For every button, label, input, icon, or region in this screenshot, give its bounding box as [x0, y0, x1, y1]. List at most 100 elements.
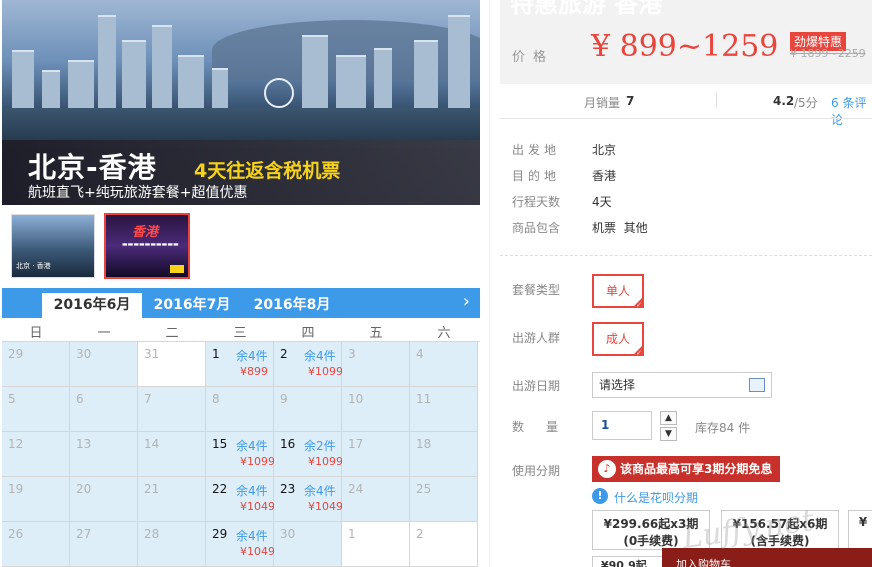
building: [414, 40, 438, 110]
building: [302, 35, 328, 110]
day-number: 6: [76, 392, 84, 406]
day-price: ¥1049: [240, 545, 275, 558]
building: [448, 15, 470, 110]
day-number: 10: [348, 392, 364, 406]
calendar-day-cell: 11: [410, 387, 478, 432]
hero-title: 北京-香港: [28, 151, 157, 184]
thumbnail-logo: 香港: [132, 225, 159, 240]
calendar-day-cell: 24: [342, 477, 410, 522]
stock-count: 库存84 件: [695, 421, 751, 435]
weekday-label: 日: [29, 326, 43, 341]
day-price: ¥1099: [240, 455, 275, 468]
quantity-input[interactable]: 1: [592, 411, 652, 440]
tab-month-july[interactable]: 2016年7月: [142, 293, 242, 318]
calendar-day-cell[interactable]: 29 余4件 ¥1049: [206, 522, 275, 567]
day-number: 3: [348, 347, 356, 361]
calendar-day-cell: 26: [2, 522, 70, 567]
includes-value: 机票 其他: [592, 221, 648, 235]
calendar-day-cell: 21: [138, 477, 206, 522]
package-type-label: 套餐类型: [512, 283, 561, 297]
calendar-day-cell: 4: [410, 342, 478, 387]
calendar-day-cell: 9: [274, 387, 342, 432]
original-price: ¥ 1899~2259: [790, 47, 866, 60]
day-price: ¥1099: [308, 365, 343, 378]
calendar-day-cell: 10: [342, 387, 410, 432]
installment-promo-text: 该商品最高可享3期分期免息: [620, 462, 773, 476]
check-icon: ✓: [636, 301, 642, 309]
quantity-increase-button[interactable]: ▲: [660, 411, 677, 425]
calendar-day-cell: 28: [138, 522, 206, 567]
departure-calendar: 2016年6月 2016年7月 2016年8月 › 日 一 二 三 四 五 六 …: [2, 288, 480, 567]
package-option-single[interactable]: 单人 ✓: [592, 274, 644, 309]
day-stock: 余4件: [236, 529, 268, 543]
day-number: 26: [8, 527, 24, 541]
installment-plan-12[interactable]: ¥: [848, 510, 872, 550]
traveler-option-adult[interactable]: 成人 ✓: [592, 322, 644, 357]
day-number: 28: [144, 527, 160, 541]
calendar-day-cell[interactable]: 23 余4件 ¥1049: [274, 477, 343, 522]
day-number: 15: [212, 437, 228, 451]
building: [68, 60, 94, 110]
gallery-thumbnail-selected[interactable]: 香港 ▬▬▬▬▬▬▬▬▬▬: [104, 213, 190, 279]
thumbnail-text-line: ▬▬▬▬▬▬▬▬▬▬: [122, 241, 179, 248]
tab-month-june[interactable]: 2016年6月: [42, 293, 142, 318]
building: [122, 40, 146, 110]
calendar-day-cell[interactable]: 15 余4件 ¥1099: [206, 432, 275, 477]
divider: [500, 118, 872, 119]
travel-date-label: 出游日期: [512, 379, 561, 393]
calendar-day-cell[interactable]: 1 余4件 ¥899: [206, 342, 274, 387]
day-stock: 余4件: [304, 484, 336, 498]
calendar-day-cell: 31: [138, 342, 206, 387]
column-divider: [489, 0, 490, 567]
calendar-day-cell: 5: [2, 387, 70, 432]
calendar-day-cell[interactable]: 2 余4件 ¥1099: [274, 342, 343, 387]
day-number: 9: [280, 392, 288, 406]
quantity-decrease-button[interactable]: ▼: [660, 427, 677, 441]
thumbnail-caption: 北京 · 香港: [16, 262, 51, 270]
weekday-label: 二: [165, 326, 179, 341]
plan-amount: ¥: [858, 515, 868, 529]
quantity-label: 数量: [512, 420, 581, 434]
huabei-info-link[interactable]: ! 什么是花呗分期: [592, 488, 699, 506]
day-price: ¥899: [240, 365, 268, 378]
calendar-day-cell: 29: [2, 342, 70, 387]
calendar-day-cell[interactable]: 16 余2件 ¥1099: [274, 432, 343, 477]
rating-scale: /5分: [794, 96, 818, 110]
calendar-day-cell[interactable]: 22 余4件 ¥1049: [206, 477, 275, 522]
day-number: 31: [144, 347, 160, 361]
calendar-day-cell: 14: [138, 432, 206, 477]
weekday-label: 六: [437, 326, 451, 341]
huabei-info-text: 什么是花呗分期: [614, 491, 699, 505]
installment-label: 使用分期: [512, 464, 561, 478]
travel-date-picker[interactable]: 请选择: [592, 372, 772, 398]
day-number: 8: [212, 392, 220, 406]
monthly-sales-label: 月销量: [584, 96, 621, 110]
day-number: 29: [212, 527, 228, 541]
stats-divider: [716, 92, 717, 108]
calendar-icon[interactable]: [749, 378, 765, 392]
day-number: 30: [280, 527, 296, 541]
hero-subtitle: 航班直飞+纯玩旅游套餐+超值优惠: [28, 185, 248, 201]
gallery-thumbnail[interactable]: 北京 · 香港: [11, 214, 95, 278]
calendar-day-cell: 25: [410, 477, 478, 522]
huabei-icon: ♪: [598, 460, 616, 478]
includes-label: 商品包含: [512, 221, 561, 235]
calendar-day-cell: 20: [70, 477, 138, 522]
sales-stats: 月销量 7 4.2 /5分 6 条评论: [500, 88, 872, 127]
building: [152, 25, 172, 110]
traveler-type-label: 出游人群: [512, 331, 561, 345]
chevron-right-icon[interactable]: ›: [463, 291, 470, 312]
price-range: ¥ 899~1259: [591, 29, 779, 64]
destination-label: 目的地: [512, 169, 561, 183]
add-to-cart-label: 加入购物车: [676, 558, 731, 567]
day-number: 5: [8, 392, 16, 406]
price-panel: 特惠旅游 香港 价格 ¥ 899~1259 劲爆特惠 ¥ 1899~2259: [500, 0, 872, 84]
calendar-day-cell: 30: [70, 342, 138, 387]
day-price: ¥1049: [240, 500, 275, 513]
reviews-link[interactable]: 6 条评论: [831, 94, 872, 128]
day-number: 22: [212, 482, 228, 496]
weekday-label: 五: [369, 326, 383, 341]
tab-month-august[interactable]: 2016年8月: [242, 293, 342, 318]
day-number: 14: [144, 437, 160, 451]
product-title: 特惠旅游 香港: [510, 0, 663, 18]
